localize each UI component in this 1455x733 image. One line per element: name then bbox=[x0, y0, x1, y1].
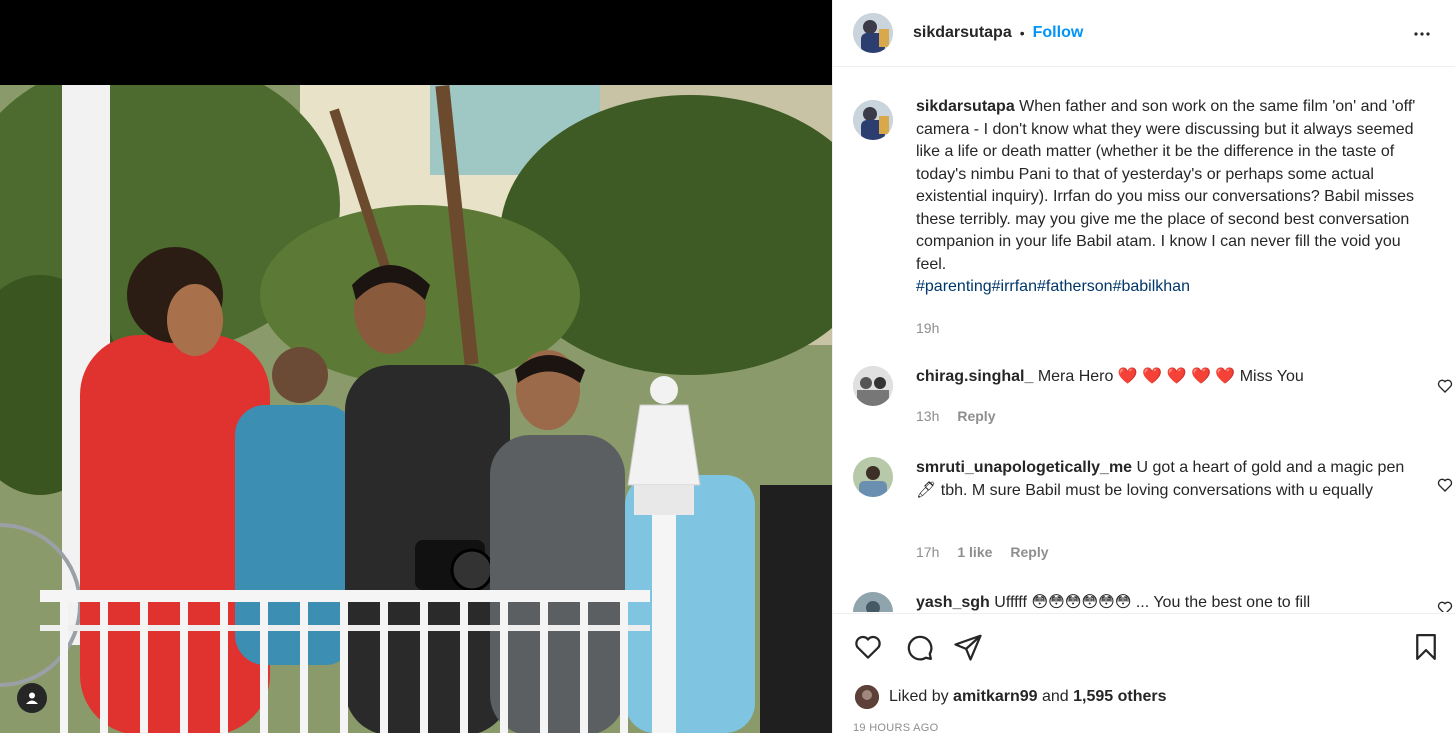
likes-summary: Liked by amitkarn99 and 1,595 others bbox=[855, 685, 1167, 709]
likes-prefix: Liked by bbox=[889, 688, 949, 705]
author-avatar[interactable] bbox=[853, 13, 893, 53]
bookmark-icon[interactable] bbox=[1411, 632, 1441, 662]
comment-body: yash_sgh Ufffff 😳😳😳😳😳😳 ... You the best … bbox=[916, 592, 1426, 612]
share-icon[interactable] bbox=[953, 632, 983, 662]
comment-author[interactable]: yash_sgh bbox=[916, 594, 990, 611]
user-tag-button[interactable] bbox=[17, 683, 47, 713]
post-header: sikdarsutapa • Follow bbox=[833, 0, 1455, 67]
comment-avatar[interactable] bbox=[853, 366, 893, 406]
comment-like-icon[interactable] bbox=[1437, 600, 1453, 612]
comment-avatar[interactable] bbox=[853, 457, 893, 497]
comment-time[interactable]: 13h bbox=[916, 408, 939, 424]
likes-others[interactable]: 1,595 others bbox=[1073, 688, 1166, 706]
comment-icon[interactable] bbox=[904, 632, 934, 662]
comment-text-before: Mera Hero bbox=[1037, 368, 1114, 385]
post-media[interactable] bbox=[0, 0, 832, 733]
caption-hashtags[interactable]: #parenting#irrfan#fatherson#babilkhan bbox=[916, 278, 1190, 295]
hearts-emoji: ❤️ ❤️ ❤️ ❤️ ❤️ bbox=[1117, 368, 1236, 385]
comment-meta: 17h 1 like Reply bbox=[916, 544, 1049, 560]
liker-avatar[interactable] bbox=[855, 685, 879, 709]
comment-like-icon[interactable] bbox=[1437, 477, 1453, 493]
comment-author[interactable]: smruti_unapologetically_me bbox=[916, 459, 1132, 476]
post-photo bbox=[0, 85, 832, 733]
comment-like-icon[interactable] bbox=[1437, 378, 1453, 394]
comment-author[interactable]: chirag.singhal_ bbox=[916, 368, 1033, 385]
caption-meta: 19h bbox=[916, 320, 939, 336]
author-username[interactable]: sikdarsutapa bbox=[913, 24, 1012, 42]
more-options-icon[interactable] bbox=[1410, 22, 1434, 46]
photo-illustration bbox=[0, 85, 832, 733]
comment-text: Ufffff 😳😳😳😳😳😳 ... You the best one to fi… bbox=[994, 594, 1311, 611]
comments-list[interactable]: sikdarsutapa When father and son work on… bbox=[833, 68, 1455, 612]
comment-body: chirag.singhal_ Mera Hero ❤️ ❤️ ❤️ ❤️ ❤️… bbox=[916, 366, 1426, 389]
caption-author-avatar[interactable] bbox=[853, 100, 893, 140]
caption-text: When father and son work on the same fil… bbox=[916, 98, 1416, 273]
post-timestamp[interactable]: 19 HOURS AGO bbox=[853, 722, 939, 733]
follow-button[interactable]: Follow bbox=[1033, 24, 1084, 42]
post-sidebar: sikdarsutapa • Follow sikdarsutapa When … bbox=[832, 0, 1455, 733]
comment-time[interactable]: 17h bbox=[916, 544, 939, 560]
likes-middle: and bbox=[1042, 688, 1069, 705]
comment-avatar[interactable] bbox=[853, 592, 893, 612]
heart-icon[interactable] bbox=[853, 632, 883, 662]
caption-body: sikdarsutapa When father and son work on… bbox=[916, 96, 1426, 299]
liker-username[interactable]: amitkarn99 bbox=[953, 688, 1038, 706]
caption-author[interactable]: sikdarsutapa bbox=[916, 98, 1015, 115]
comment-text-after: Miss You bbox=[1239, 368, 1304, 385]
comment-body: smruti_unapologetically_me U got a heart… bbox=[916, 457, 1426, 502]
reply-button[interactable]: Reply bbox=[1010, 544, 1048, 560]
comment-meta: 13h Reply bbox=[916, 408, 995, 424]
user-icon bbox=[26, 692, 38, 704]
comment-likes-count[interactable]: 1 like bbox=[957, 544, 992, 560]
post-actions: Liked by amitkarn99 and 1,595 others bbox=[833, 613, 1455, 733]
reply-button[interactable]: Reply bbox=[957, 408, 995, 424]
header-separator: • bbox=[1019, 25, 1025, 41]
caption-time[interactable]: 19h bbox=[916, 320, 939, 336]
